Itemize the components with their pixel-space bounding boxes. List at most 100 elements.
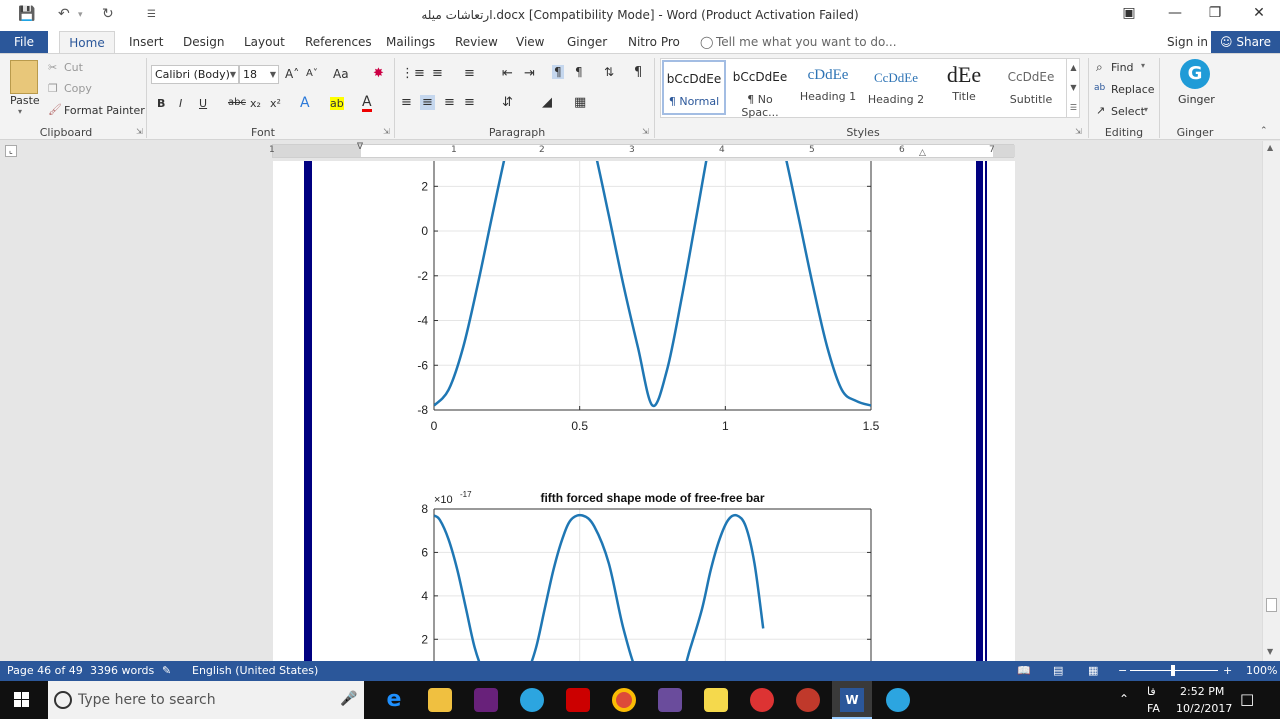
page-count[interactable]: Page 46 of 49 bbox=[7, 664, 83, 677]
bullets-icon[interactable]: ⋮≡ bbox=[401, 66, 425, 81]
word-taskbar-button[interactable]: W bbox=[832, 681, 872, 719]
underline-button[interactable]: U bbox=[199, 97, 207, 110]
restore-icon[interactable]: ❐ bbox=[1200, 5, 1230, 21]
print-layout-icon[interactable]: ▤ bbox=[1053, 664, 1063, 677]
chrome-icon[interactable] bbox=[612, 688, 636, 712]
style-heading-2[interactable]: CcDdEe Heading 2 bbox=[864, 60, 928, 115]
font-color-button[interactable]: A bbox=[362, 95, 372, 112]
styles-scroll[interactable]: ▲ ▼ ☰ bbox=[1066, 58, 1080, 118]
chevron-up-icon[interactable]: ▲ bbox=[1070, 63, 1076, 72]
style-no-spacing[interactable]: bCcDdEe ¶ No Spac... bbox=[728, 60, 792, 119]
numbering-icon[interactable]: ≡ bbox=[432, 66, 443, 81]
find-button[interactable]: Find bbox=[1111, 61, 1134, 74]
grow-font-button[interactable]: A˄ bbox=[285, 67, 299, 81]
shading-icon[interactable]: ◢ bbox=[542, 95, 552, 110]
replace-button[interactable]: Replace bbox=[1111, 83, 1155, 96]
highlight-button[interactable]: ab bbox=[330, 97, 344, 110]
edge-icon[interactable]: e bbox=[382, 688, 406, 712]
tab-mailings[interactable]: Mailings bbox=[386, 35, 435, 49]
scroll-up-icon[interactable]: ▲ bbox=[1267, 143, 1273, 152]
clock-date[interactable]: 10/2/2017 bbox=[1176, 702, 1232, 715]
tab-layout[interactable]: Layout bbox=[244, 35, 285, 49]
tab-view[interactable]: View bbox=[516, 35, 544, 49]
tray-expand-icon[interactable]: ⌃ bbox=[1119, 692, 1129, 706]
style-subtitle[interactable]: CcDdEe Subtitle bbox=[1000, 60, 1062, 115]
proofing-icon[interactable]: ✎ bbox=[162, 664, 171, 677]
tell-me-box[interactable]: Tell me what you want to do... bbox=[716, 35, 897, 49]
language-status[interactable]: English (United States) bbox=[192, 664, 318, 677]
telegram-icon[interactable] bbox=[886, 688, 910, 712]
telegram-icon[interactable] bbox=[520, 688, 544, 712]
cut-button[interactable]: Cut bbox=[64, 61, 83, 74]
style-title[interactable]: dEe Title bbox=[932, 60, 996, 115]
pdf-app-icon[interactable] bbox=[750, 688, 774, 712]
style-normal[interactable]: bCcDdEe ¶ Normal bbox=[662, 60, 726, 115]
zoom-out-button[interactable]: − bbox=[1118, 664, 1127, 677]
share-button[interactable]: ☺ Share bbox=[1211, 31, 1280, 53]
tab-references[interactable]: References bbox=[305, 35, 372, 49]
zoom-slider-thumb[interactable] bbox=[1171, 665, 1175, 676]
text-effects-button[interactable]: A bbox=[300, 95, 310, 111]
select-button[interactable]: Select bbox=[1111, 105, 1145, 118]
align-right-icon[interactable]: ≡ bbox=[444, 95, 455, 110]
rtl-direction-icon[interactable]: ¶ bbox=[575, 65, 583, 79]
font-family-select[interactable]: Calibri (Body) ▼ bbox=[151, 65, 239, 84]
show-formatting-marks-icon[interactable]: ¶ bbox=[634, 65, 642, 80]
multilevel-list-icon[interactable]: ≡ bbox=[464, 66, 475, 81]
file-explorer-icon[interactable] bbox=[428, 688, 452, 712]
action-center-icon[interactable]: □ bbox=[1240, 690, 1254, 708]
vertical-scrollbar[interactable]: ▲ ▼ bbox=[1262, 141, 1280, 661]
justify-icon[interactable]: ≡ bbox=[464, 95, 475, 110]
paragraph-launcher-icon[interactable]: ⇲ bbox=[642, 127, 649, 136]
bold-button[interactable]: B bbox=[157, 97, 165, 110]
indent-marker-icon[interactable]: ∇ bbox=[357, 142, 363, 152]
right-indent-marker-icon[interactable]: △ bbox=[919, 148, 926, 158]
styles-launcher-icon[interactable]: ⇲ bbox=[1075, 127, 1082, 136]
tab-design[interactable]: Design bbox=[183, 35, 224, 49]
style-heading-1[interactable]: cDdEe Heading 1 bbox=[796, 60, 860, 115]
document-page[interactable]: -8 -6 -4 -2 0 2 0 0.5 1 1.5 2 4 6 8 fifth forced shap… bbox=[273, 161, 1015, 661]
paste-icon[interactable] bbox=[10, 60, 38, 94]
decrease-indent-icon[interactable]: ⇤ bbox=[502, 66, 513, 81]
visual-studio-icon[interactable] bbox=[474, 688, 498, 712]
sort-icon[interactable]: ⇅ bbox=[604, 65, 614, 79]
borders-icon[interactable]: ▦ bbox=[574, 95, 586, 110]
taskbar-search-input[interactable]: Type here to search 🎤 bbox=[48, 681, 364, 719]
sign-in-link[interactable]: Sign in bbox=[1167, 35, 1208, 49]
app-icon[interactable] bbox=[658, 688, 682, 712]
input-language[interactable]: FA bbox=[1147, 702, 1160, 715]
microphone-icon[interactable]: 🎤 bbox=[340, 691, 357, 707]
tab-nitro-pro[interactable]: Nitro Pro bbox=[628, 35, 680, 49]
minimize-icon[interactable]: — bbox=[1160, 5, 1190, 21]
superscript-button[interactable]: x² bbox=[270, 97, 281, 110]
align-center-icon[interactable]: ≡ bbox=[420, 95, 435, 110]
ginger-logo-icon[interactable]: G bbox=[1180, 59, 1210, 89]
chevron-down-icon[interactable]: ▾ bbox=[1144, 105, 1148, 114]
align-left-icon[interactable]: ≡ bbox=[401, 95, 412, 110]
chevron-down-icon[interactable]: ▾ bbox=[1141, 61, 1145, 70]
italic-button[interactable]: I bbox=[179, 97, 182, 110]
input-language-fa-script[interactable]: فا bbox=[1147, 685, 1156, 698]
acrobat-icon[interactable] bbox=[566, 688, 590, 712]
tab-file[interactable]: File bbox=[0, 31, 48, 53]
collapse-ribbon-icon[interactable]: ⌃ bbox=[1260, 126, 1268, 136]
ribbon-display-options-icon[interactable]: ▣ bbox=[1114, 5, 1144, 21]
ginger-button[interactable]: Ginger bbox=[1178, 93, 1215, 106]
close-icon[interactable]: ✕ bbox=[1244, 5, 1274, 21]
subscript-button[interactable]: x₂ bbox=[250, 97, 261, 110]
scroll-down-icon[interactable]: ▼ bbox=[1267, 647, 1273, 656]
sticky-notes-icon[interactable] bbox=[704, 688, 728, 712]
chevron-down-icon[interactable]: ▼ bbox=[1070, 83, 1076, 92]
font-size-select[interactable]: 18 ▼ bbox=[239, 65, 279, 84]
tab-ginger[interactable]: Ginger bbox=[567, 35, 607, 49]
read-mode-icon[interactable]: 📖 bbox=[1017, 664, 1031, 677]
strikethrough-button[interactable]: abc bbox=[228, 97, 246, 108]
zoom-level[interactable]: 100% bbox=[1246, 664, 1277, 677]
tfo-app-icon[interactable] bbox=[796, 688, 820, 712]
tab-selector-icon[interactable]: ⌞ bbox=[5, 145, 17, 157]
ltr-direction-icon[interactable]: ¶ bbox=[552, 65, 564, 79]
clear-formatting-icon[interactable]: ✸ bbox=[373, 66, 384, 81]
tab-insert[interactable]: Insert bbox=[129, 35, 163, 49]
scroll-thumb[interactable] bbox=[1266, 598, 1277, 612]
more-styles-icon[interactable]: ☰ bbox=[1070, 103, 1077, 112]
